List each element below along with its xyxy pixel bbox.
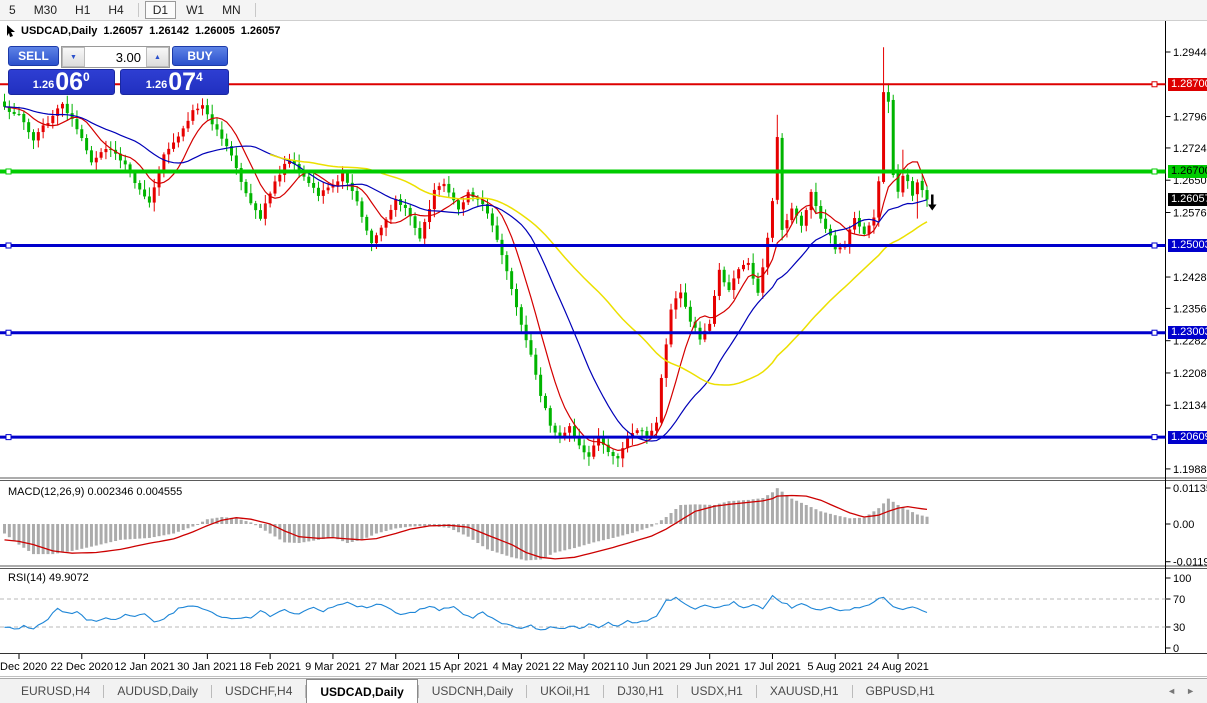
volume-increase-icon[interactable]: ▲ xyxy=(146,47,169,67)
buy-price-big: 07 xyxy=(168,71,196,93)
price-tick-label: 1.29440 xyxy=(1173,47,1207,59)
ohlc-low: 1.26005 xyxy=(195,25,235,37)
chart-tab-usdcnh-daily[interactable]: USDCNH,Daily xyxy=(419,679,526,703)
pointer-icon xyxy=(6,24,17,37)
date-tick-label: 27 Mar 2021 xyxy=(365,661,427,673)
date-tick-label: 22 Dec 2020 xyxy=(51,661,113,673)
sell-price-display[interactable]: 1.26 06 0 xyxy=(8,69,115,95)
price-tick-label: 1.19880 xyxy=(1173,464,1207,476)
timeframe-button-d1[interactable]: D1 xyxy=(145,1,176,19)
price-tick-label: 1.24280 xyxy=(1173,272,1207,284)
chart-tab-ukoil-h1[interactable]: UKOil,H1 xyxy=(527,679,603,703)
rsi-tick-label: 100 xyxy=(1173,573,1191,585)
ohlc-close: 1.26057 xyxy=(241,25,281,37)
rsi-tick-label: 70 xyxy=(1173,594,1185,606)
sell-price-big: 06 xyxy=(55,71,83,93)
rsi-tick-label: 0 xyxy=(1173,643,1179,655)
chart-tab-usdx-h1[interactable]: USDX,H1 xyxy=(678,679,756,703)
buy-price-prefix: 1.26 xyxy=(146,79,167,91)
chart-tab-dj30-h1[interactable]: DJ30,H1 xyxy=(604,679,677,703)
level-price-label: 1.25003 xyxy=(1168,239,1207,252)
date-tick-label: 29 Jun 2021 xyxy=(679,661,740,673)
timeframe-button-mn[interactable]: MN xyxy=(214,1,249,19)
toolbar-separator xyxy=(138,3,139,17)
price-tick-label: 1.21340 xyxy=(1173,400,1207,412)
toolbar-separator xyxy=(255,3,256,17)
chart-tab-eurusd-h4[interactable]: EURUSD,H4 xyxy=(8,679,103,703)
sell-price-prefix: 1.26 xyxy=(33,79,54,91)
volume-input[interactable]: 3.00 xyxy=(85,47,146,67)
chart-canvas[interactable]: 1.29440 1.27960 1.27240 1.26 5 0 0 1.25760 1.242… xyxy=(0,0,1207,703)
current-price-label: 1.26057 xyxy=(1168,193,1207,206)
price-tick-label: 1.27240 xyxy=(1173,143,1207,155)
date-tick-label: 10 Jun 2021 xyxy=(617,661,678,673)
level-price-label: 1.28700 xyxy=(1168,78,1207,91)
date-tick-label: 24 Aug 2021 xyxy=(867,661,929,673)
chart-tab-usdcad-daily[interactable]: USDCAD,Daily xyxy=(306,679,417,703)
date-tick-label: 12 Jan 2021 xyxy=(114,661,175,673)
level-price-label: 1.20609 xyxy=(1168,431,1207,444)
volume-stepper: ▼ 3.00 ▲ xyxy=(61,46,170,68)
date-tick-label: 17 Jul 2021 xyxy=(744,661,801,673)
tabs-scroll-right-icon[interactable]: ► xyxy=(1186,686,1195,696)
macd-label: MACD(12,26,9) 0.002346 0.004555 xyxy=(8,486,182,498)
date-tick-label: 9 Mar 2021 xyxy=(305,661,361,673)
date-tick-label: 4 May 2021 xyxy=(493,661,550,673)
price-tick-label: 1.25760 xyxy=(1173,207,1207,219)
one-click-trading-panel: SELL ▼ 3.00 ▲ BUY 1.26 06 0 1.26 07 4 xyxy=(8,46,229,95)
chart-tab-audusd-daily[interactable]: AUDUSD,Daily xyxy=(104,679,211,703)
macd-tick-label: -0.01190 xyxy=(1173,557,1207,569)
level-price-label: 1.23003 xyxy=(1168,326,1207,339)
tabs-scroll-left-icon[interactable]: ◄ xyxy=(1167,686,1176,696)
buy-price-sup: 4 xyxy=(196,70,203,84)
tab-scroll-arrows: ◄► xyxy=(1167,679,1207,703)
mt4-window: { "toolbar": {"groups": [["5","M30","H1"… xyxy=(0,0,1207,703)
volume-decrease-icon[interactable]: ▼ xyxy=(62,47,85,67)
timeframe-button-w1[interactable]: W1 xyxy=(178,1,212,19)
chart-tab-xauusd-h1[interactable]: XAUUSD,H1 xyxy=(757,679,852,703)
timeframe-button-m30[interactable]: M30 xyxy=(26,1,65,19)
macd-tick-label: 0.00 xyxy=(1173,519,1194,531)
sell-button[interactable]: SELL xyxy=(8,46,59,66)
date-tick-label: 22 May 2021 xyxy=(552,661,616,673)
price-tick-label: 1.27960 xyxy=(1173,112,1207,124)
buy-price-display[interactable]: 1.26 07 4 xyxy=(120,69,230,95)
timeframe-button-h4[interactable]: H4 xyxy=(100,1,131,19)
timeframe-button-h1[interactable]: H1 xyxy=(67,1,98,19)
timeframe-toolbar: 5M30H1H4 D1W1MN xyxy=(0,0,1207,21)
date-tick-label: 18 Feb 2021 xyxy=(239,661,301,673)
level-price-label: 1.26700 xyxy=(1168,165,1207,178)
ohlc-high: 1.26142 xyxy=(149,25,189,37)
rsi-tick-label: 30 xyxy=(1173,622,1185,634)
price-tick-label: 1.23560 xyxy=(1173,303,1207,315)
sell-price-sup: 0 xyxy=(83,70,90,84)
date-tick-label: 5 Aug 2021 xyxy=(807,661,863,673)
chart-title: USDCAD,Daily 1.26057 1.26142 1.26005 1.2… xyxy=(6,24,282,37)
buy-button[interactable]: BUY xyxy=(172,46,228,66)
chart-symbol-label: USDCAD,Daily xyxy=(21,25,97,37)
rsi-label: RSI(14) 49.9072 xyxy=(8,572,89,584)
date-tick-label: 15 Apr 2021 xyxy=(429,661,488,673)
chart-tab-gbpusd-h1[interactable]: GBPUSD,H1 xyxy=(853,679,948,703)
chart-tab-bar: EURUSD,H4AUDUSD,DailyUSDCHF,H4USDCAD,Dai… xyxy=(0,678,1207,703)
price-tick-label: 1.22080 xyxy=(1173,368,1207,380)
date-tick-label: 3 Dec 2020 xyxy=(0,661,47,673)
macd-tick-label: 0.01135 xyxy=(1173,483,1207,495)
ohlc-open: 1.26057 xyxy=(103,25,143,37)
timeframe-button-5[interactable]: 5 xyxy=(1,1,24,19)
chart-tab-usdchf-h4[interactable]: USDCHF,H4 xyxy=(212,679,305,703)
date-tick-label: 30 Jan 2021 xyxy=(177,661,238,673)
